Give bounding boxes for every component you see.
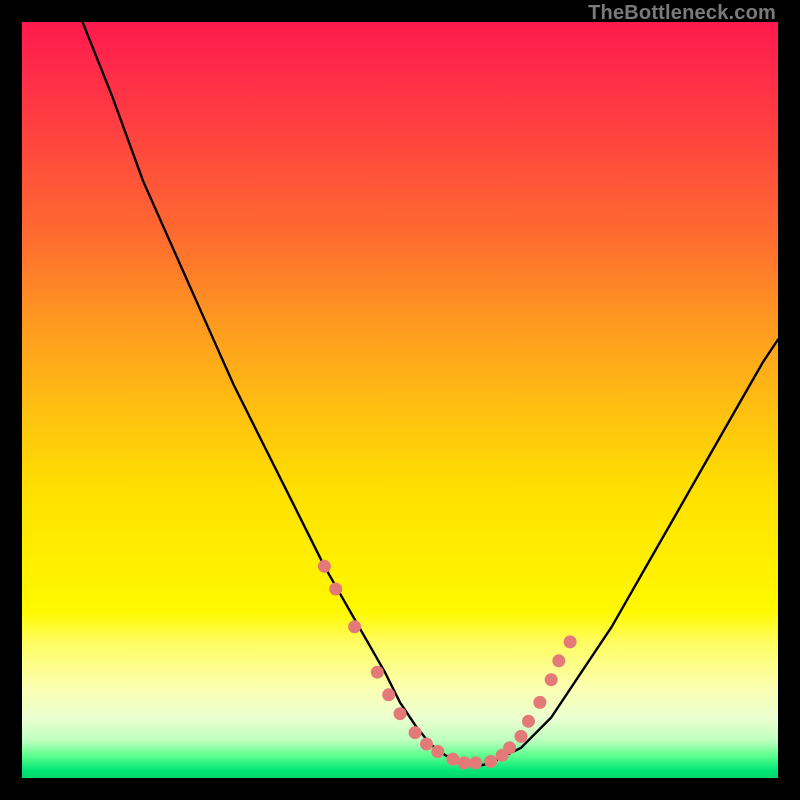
bottleneck-curve [83, 22, 779, 767]
data-point [522, 715, 535, 728]
data-point [545, 673, 558, 686]
data-point [420, 738, 433, 751]
data-point [329, 583, 342, 596]
data-point [552, 654, 565, 667]
data-point [371, 666, 384, 679]
data-point [533, 696, 546, 709]
data-point [394, 707, 407, 720]
plot-area [22, 22, 778, 778]
data-point [318, 560, 331, 573]
chart-stage: TheBottleneck.com [0, 0, 800, 800]
curve-layer [22, 22, 778, 778]
data-point [431, 745, 444, 758]
data-point [515, 730, 528, 743]
data-point [409, 726, 422, 739]
watermark-text: TheBottleneck.com [588, 2, 776, 25]
data-point [382, 688, 395, 701]
data-point [469, 756, 482, 769]
data-point [503, 741, 516, 754]
data-point [484, 755, 497, 768]
data-point [348, 620, 361, 633]
data-point [446, 753, 459, 766]
data-point [458, 756, 471, 769]
data-point [564, 635, 577, 648]
